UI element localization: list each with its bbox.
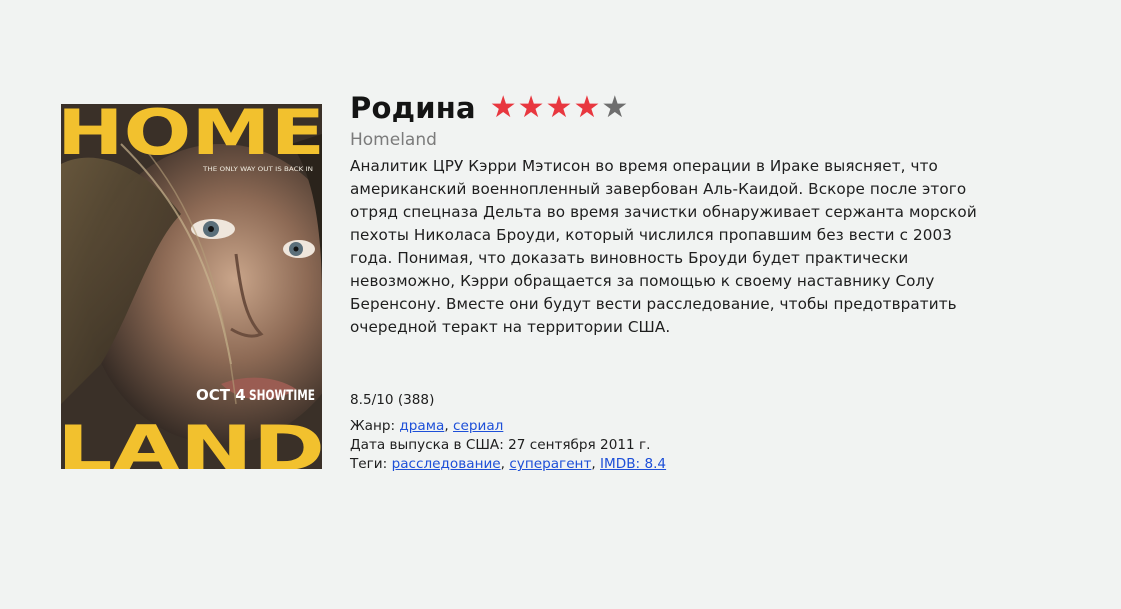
star-filled-icon: ★ [517, 90, 545, 125]
star-filled-icon: ★ [573, 90, 601, 125]
poster-tagline: THE ONLY WAY OUT IS BACK IN [202, 165, 313, 173]
imdb-link[interactable]: IMDB: 8.4 [600, 456, 666, 472]
release-row: Дата выпуска в США: 27 сентября 2011 г. [350, 436, 666, 455]
tag-link[interactable]: суперагент [509, 456, 591, 472]
poster-date: OCT 4 [196, 386, 246, 404]
genre-label: Жанр: [350, 418, 396, 434]
poster-title-top: HOME [61, 104, 322, 169]
rating-score: 8.5/10 (388) [350, 392, 435, 408]
movie-title: Родина [350, 91, 476, 125]
star-empty-icon: ★ [601, 90, 629, 125]
original-title: Homeland [350, 130, 437, 150]
release-label: Дата выпуска в США: [350, 437, 504, 453]
genre-link[interactable]: сериал [453, 418, 503, 434]
poster-title-bottom: LAND [61, 412, 322, 469]
genre-link[interactable]: драма [399, 418, 444, 434]
star-filled-icon: ★ [545, 90, 573, 125]
star-filled-icon: ★ [489, 90, 517, 125]
tags-row: Теги: расследование, суперагент, IMDB: 8… [350, 456, 667, 472]
poster-image[interactable]: HOME THE ONLY WAY OUT IS BACK IN OCT 4 S… [61, 104, 322, 469]
tag-link[interactable]: расследование [392, 456, 501, 472]
genre-row: Жанр: драма, сериал [350, 418, 504, 434]
movie-meta: 8.5/10 (388) Жанр: драма, сериал Дата вы… [350, 391, 666, 474]
movie-description: Аналитик ЦРУ Кэрри Мэтисон во время опер… [350, 157, 977, 336]
release-date: 27 сентября 2011 г. [508, 437, 651, 453]
star-rating: ★ ★ ★ ★ ★ [490, 93, 630, 123]
poster-network: SHOWTIME [249, 388, 315, 404]
movie-card: HOME THE ONLY WAY OUT IS BACK IN OCT 4 S… [0, 0, 1121, 609]
title-row: Родина ★ ★ ★ ★ ★ [350, 88, 1000, 128]
tags-label: Теги: [350, 456, 388, 472]
movie-info: Родина ★ ★ ★ ★ ★ Homeland Аналитик ЦРУ Кэрри… [350, 88, 1000, 339]
